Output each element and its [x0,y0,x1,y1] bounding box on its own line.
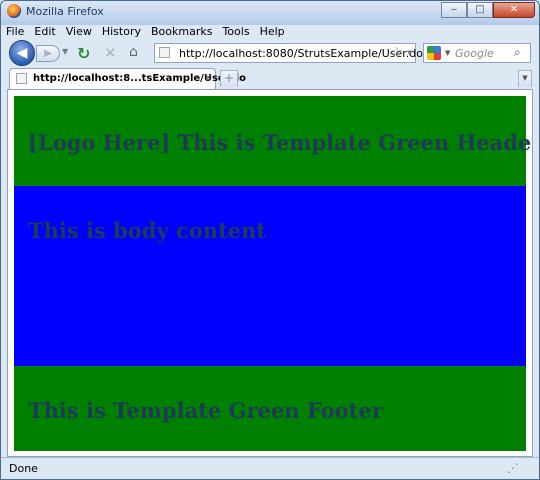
reload-icon[interactable]: ↻ [77,44,90,63]
tab-list-button[interactable]: ▼ [518,70,532,87]
tab-title: http://localhost:8...tsExample/User.do [33,73,247,84]
url-text[interactable]: http://localhost:8080/StrutsExample/User… [179,47,423,60]
maximize-button[interactable]: □ [467,2,493,18]
url-dropdown-icon[interactable]: ▼ [407,49,412,57]
tab-active[interactable]: http://localhost:8...tsExample/User.do ✕ [9,68,246,89]
menu-bookmarks[interactable]: Bookmarks [146,22,217,40]
body-text: This is body content [28,218,267,243]
tab-bar: http://localhost:8...tsExample/User.do ✕… [1,67,539,89]
page-content: [Logo Here] This is Template Green Heade… [7,89,533,457]
forward-button[interactable]: ▶ [36,45,60,62]
google-icon[interactable] [427,46,441,60]
magnifier-icon[interactable]: ⌕ [514,45,521,60]
search-engine-dropdown-icon[interactable]: ▼ [445,49,450,57]
page-body: This is body content [14,186,526,366]
history-dropdown-icon[interactable]: ▼ [62,47,68,56]
plus-icon: + [223,71,235,85]
header-text: [Logo Here] This is Template Green Heade… [28,130,533,155]
menu-bar: File Edit View History Bookmarks Tools H… [1,22,539,40]
back-button[interactable]: ◀ [9,40,35,66]
page-header: [Logo Here] This is Template Green Heade… [14,96,532,186]
resize-grip-icon[interactable]: ⋰ [507,461,519,475]
menu-edit[interactable]: Edit [29,22,60,40]
window-title: Mozilla Firefox [26,5,104,18]
minimize-button[interactable]: ‒ [441,2,467,18]
menu-tools[interactable]: Tools [217,22,254,40]
page-footer: This is Template Green Footer [14,366,526,451]
stop-icon[interactable]: ✕ [104,44,117,62]
status-bar: Done ⋰ [1,457,539,479]
chevron-down-icon: ▼ [522,74,528,82]
footer-text: This is Template Green Footer [28,398,383,423]
browser-window: Mozilla Firefox ‒ □ ✕ File Edit View His… [0,0,540,480]
home-icon[interactable]: ⌂ [129,44,138,60]
tab-favicon-icon [16,73,27,84]
new-tab-button[interactable]: + [220,70,238,87]
search-bar[interactable]: ▼ Google ⌕ [423,43,531,63]
title-bar[interactable]: Mozilla Firefox ‒ □ ✕ [1,1,539,22]
search-input[interactable]: Google [455,47,494,60]
url-bar[interactable]: http://localhost:8080/StrutsExample/User… [154,43,423,63]
navigation-toolbar: ◀ ▶ ▼ ↻ ✕ ⌂ http://localhost:8080/Struts… [1,39,539,67]
page-favicon-icon [159,47,170,58]
menu-history[interactable]: History [97,22,146,40]
status-text: Done [9,462,38,475]
tab-close-icon[interactable]: ✕ [204,73,212,84]
menu-file[interactable]: File [1,22,29,40]
menu-view[interactable]: View [61,22,97,40]
close-button[interactable]: ✕ [493,2,535,18]
window-controls: ‒ □ ✕ [441,2,535,18]
star-icon[interactable]: ☆ [391,45,403,60]
back-arrow-icon: ◀ [16,45,28,61]
forward-arrow-icon: ▶ [44,48,52,59]
menu-help[interactable]: Help [255,22,290,40]
firefox-icon [7,4,21,18]
